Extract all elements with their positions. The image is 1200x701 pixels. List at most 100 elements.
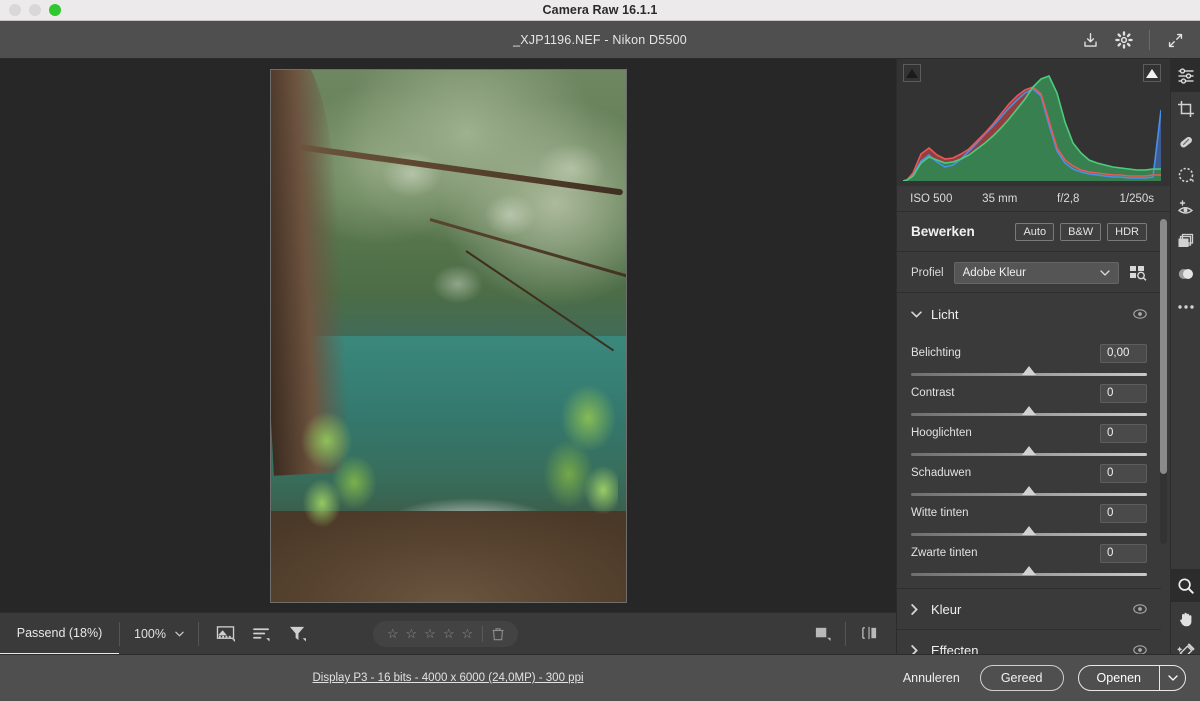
profile-row: Profiel Adobe Kleur — [897, 253, 1161, 293]
done-button[interactable]: Gereed — [979, 665, 1064, 691]
split-view-icon[interactable] — [858, 623, 880, 645]
masking-tool[interactable] — [1171, 158, 1200, 191]
histogram-chart — [903, 63, 1161, 181]
group-kleur-title: Kleur — [931, 601, 962, 617]
open-button[interactable]: Openen — [1079, 666, 1159, 690]
eye-icon[interactable] — [1133, 309, 1147, 319]
rating-star-5[interactable]: ☆ — [461, 627, 473, 640]
filmstrip-tools — [199, 623, 309, 645]
histogram-panel[interactable] — [897, 59, 1171, 186]
slider-track[interactable] — [911, 526, 1147, 536]
slider-label: Schaduwen — [911, 467, 972, 479]
slider-track[interactable] — [911, 446, 1147, 456]
slider-knob[interactable] — [1022, 526, 1036, 535]
preview-toggles — [811, 621, 880, 646]
snapshots-tool[interactable] — [1171, 224, 1200, 257]
profile-browser-icon[interactable] — [1129, 265, 1147, 281]
bw-button[interactable]: B&W — [1060, 222, 1102, 241]
slider-contrast: Contrast 0 — [911, 382, 1147, 416]
slider-value-input[interactable]: 0 — [1100, 423, 1147, 443]
chevron-down-icon — [1100, 269, 1110, 276]
group-effecten-title: Effecten — [931, 642, 979, 655]
highlight-clipping-icon[interactable] — [1143, 64, 1161, 82]
trash-icon[interactable] — [492, 627, 504, 641]
panel-scrollbar[interactable] — [1160, 219, 1167, 544]
bottom-divider-3 — [845, 621, 846, 646]
profile-label: Profiel — [911, 266, 944, 279]
shadow-clipping-icon[interactable] — [903, 64, 921, 82]
toolbar-divider — [1149, 30, 1150, 50]
slider-label: Zwarte tinten — [911, 547, 978, 559]
edit-tool[interactable] — [1170, 59, 1200, 92]
group-kleur-header[interactable]: Kleur — [897, 589, 1161, 629]
slider-track[interactable] — [911, 566, 1147, 576]
red-eye-tool[interactable] — [1171, 191, 1200, 224]
slider-value-input[interactable]: 0 — [1100, 543, 1147, 563]
hand-tool[interactable] — [1171, 602, 1200, 635]
adjustment-groups: Licht Belichting 0,00 Contrast 0 Hooglic… — [897, 294, 1161, 654]
preferences-gear-icon[interactable] — [1109, 26, 1139, 54]
fullscreen-icon[interactable] — [1160, 26, 1190, 54]
toggle-preview-icon[interactable] — [811, 623, 833, 645]
edit-panel-title: Bewerken — [911, 224, 975, 239]
more-options[interactable] — [1171, 290, 1200, 323]
filmstrip-sort-icon[interactable] — [251, 623, 273, 645]
exif-focal-length: 35 mm — [982, 192, 1018, 205]
slider-label: Witte tinten — [911, 507, 969, 519]
zoom-level-control[interactable]: 100% — [120, 613, 198, 655]
group-licht-title: Licht — [931, 306, 959, 322]
slider-value-input[interactable]: 0 — [1100, 503, 1147, 523]
before-after-preview-icon[interactable] — [215, 623, 237, 645]
slider-track[interactable] — [911, 366, 1147, 376]
chevron-down-icon — [911, 310, 925, 318]
slider-knob[interactable] — [1022, 566, 1036, 575]
save-image-icon[interactable] — [1075, 26, 1105, 54]
licht-sliders: Belichting 0,00 Contrast 0 Hooglichten 0… — [897, 334, 1161, 588]
slider-track[interactable] — [911, 406, 1147, 416]
presets-tool[interactable] — [1171, 257, 1200, 290]
file-title: _XJP1196.NEF - Nikon D5500 — [513, 32, 687, 47]
slider-knob[interactable] — [1022, 446, 1036, 455]
cancel-button[interactable]: Annuleren — [897, 667, 966, 689]
profile-select[interactable]: Adobe Kleur — [953, 261, 1119, 284]
filmstrip-filter-icon[interactable] — [287, 623, 309, 645]
zoom-level-label: 100% — [134, 626, 166, 641]
eye-icon[interactable] — [1133, 645, 1147, 654]
slider-label: Contrast — [911, 387, 955, 399]
slider-value-input[interactable]: 0 — [1100, 463, 1147, 483]
bottom-toolbar: Passend (18%) 100% ☆ ☆ ☆ ☆ ☆ — [0, 612, 896, 655]
chevron-down-icon[interactable] — [1159, 666, 1185, 690]
crop-tool[interactable] — [1171, 92, 1200, 125]
slider-belichting: Belichting 0,00 — [911, 342, 1147, 376]
panel-scrollbar-thumb[interactable] — [1160, 219, 1167, 474]
rating-star-2[interactable]: ☆ — [406, 627, 418, 640]
open-button-group: Openen — [1077, 665, 1186, 691]
slider-knob[interactable] — [1022, 406, 1036, 415]
zoom-tool[interactable] — [1170, 569, 1200, 602]
rating-star-3[interactable]: ☆ — [424, 627, 436, 640]
group-effecten-header[interactable]: Effecten — [897, 630, 1161, 654]
edit-panel-header: Bewerken Auto B&W HDR — [897, 212, 1161, 252]
preview-image[interactable] — [269, 68, 627, 603]
rating-star-1[interactable]: ☆ — [387, 627, 399, 640]
slider-knob[interactable] — [1022, 366, 1036, 375]
zoom-fit-button[interactable]: Passend (18%) — [0, 613, 119, 655]
auto-button[interactable]: Auto — [1015, 222, 1055, 241]
tool-rail — [1170, 59, 1200, 701]
slider-knob[interactable] — [1022, 486, 1036, 495]
window-title: Camera Raw 16.1.1 — [542, 3, 658, 17]
slider-value-input[interactable]: 0 — [1100, 383, 1147, 403]
healing-tool[interactable] — [1171, 125, 1200, 158]
camera-raw-window: Camera Raw 16.1.1 _XJP1196.NEF - Nikon D… — [0, 0, 1200, 701]
chevron-down-icon[interactable] — [175, 631, 184, 637]
status-bar: Display P3 - 16 bits - 4000 x 6000 (24,0… — [0, 654, 1200, 701]
status-actions: Annuleren Gereed Openen — [897, 665, 1186, 691]
slider-value-input[interactable]: 0,00 — [1100, 343, 1147, 363]
hdr-button[interactable]: HDR — [1107, 222, 1147, 241]
slider-track[interactable] — [911, 486, 1147, 496]
image-canvas[interactable] — [0, 59, 896, 612]
eye-icon[interactable] — [1133, 604, 1147, 614]
group-licht-header[interactable]: Licht — [897, 294, 1161, 334]
image-info-link[interactable]: Display P3 - 16 bits - 4000 x 6000 (24,0… — [0, 672, 896, 684]
rating-star-4[interactable]: ☆ — [443, 627, 455, 640]
